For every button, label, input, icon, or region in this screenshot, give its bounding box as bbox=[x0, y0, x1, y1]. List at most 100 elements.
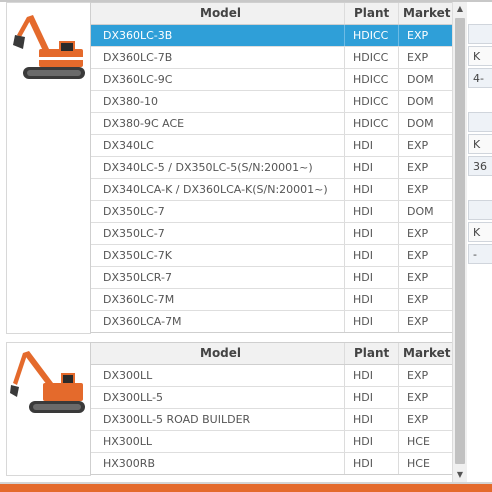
excavator-image[interactable] bbox=[9, 5, 89, 89]
right-panel-cell[interactable]: K bbox=[468, 222, 492, 242]
plant-cell: HDICC bbox=[353, 29, 389, 42]
market-cell: EXP bbox=[407, 391, 429, 404]
market-cell: EXP bbox=[407, 227, 429, 240]
column-header-plant[interactable]: Plant bbox=[354, 346, 389, 360]
vertical-scrollbar[interactable]: ▲ ▼ bbox=[452, 2, 467, 482]
models-table: Model Plant Market DX300LL HDI EXP DX300LL-… bbox=[90, 342, 454, 475]
right-panel-cell[interactable]: - bbox=[468, 244, 492, 264]
plant-cell: HDI bbox=[353, 369, 373, 382]
market-cell: EXP bbox=[407, 293, 429, 306]
table-header: Model Plant Market bbox=[91, 343, 453, 365]
table-row[interactable]: DX360LC-7B HDICC EXP bbox=[91, 47, 453, 69]
model-cell: DX360LC-7B bbox=[103, 51, 173, 64]
plant-cell: HDI bbox=[353, 161, 373, 174]
table-row[interactable]: DX360LC-9C HDICC DOM bbox=[91, 69, 453, 91]
right-panel-cell[interactable]: K bbox=[468, 46, 492, 66]
plant-cell: HDICC bbox=[353, 117, 389, 130]
column-header-model[interactable]: Model bbox=[200, 346, 241, 360]
market-cell: EXP bbox=[407, 139, 429, 152]
table-row[interactable]: DX340LC-5 / DX350LC-5(S/N:20001~) HDI EXP bbox=[91, 157, 453, 179]
table-row[interactable]: DX350LC-7K HDI EXP bbox=[91, 245, 453, 267]
plant-cell: HDI bbox=[353, 139, 373, 152]
models-table: Model Plant Market DX360LC-3B HDICC EXP DX3… bbox=[90, 2, 454, 333]
table-row[interactable]: DX350LC-7 HDI EXP bbox=[91, 223, 453, 245]
model-cell: DX380-9C ACE bbox=[103, 117, 185, 130]
plant-cell: HDI bbox=[353, 391, 373, 404]
model-cell: DX350LC-7K bbox=[103, 249, 172, 262]
plant-cell: HDI bbox=[353, 183, 373, 196]
model-cell: DX340LCA-K / DX360LCA-K(S/N:20001~) bbox=[103, 183, 328, 196]
table-row[interactable]: HX300LL HDI HCE bbox=[91, 431, 453, 453]
right-panel: K 4- K 36 K - bbox=[468, 2, 492, 482]
table-row[interactable]: DX300LL-5 ROAD BUILDER HDI EXP bbox=[91, 409, 453, 431]
model-cell: DX350LC-7 bbox=[103, 205, 165, 218]
market-cell: EXP bbox=[407, 315, 429, 328]
market-cell: DOM bbox=[407, 205, 434, 218]
plant-cell: HDI bbox=[353, 205, 373, 218]
table-row[interactable]: DX360LC-7M HDI EXP bbox=[91, 289, 453, 311]
triangle-up-icon[interactable]: ▲ bbox=[453, 2, 467, 16]
scrollbar-thumb[interactable] bbox=[455, 18, 465, 464]
plant-cell: HDI bbox=[353, 271, 373, 284]
excavator-image[interactable] bbox=[9, 343, 89, 423]
market-cell: DOM bbox=[407, 73, 434, 86]
plant-cell: HDI bbox=[353, 435, 373, 448]
market-cell: EXP bbox=[407, 271, 429, 284]
model-cell: DX360LC-7M bbox=[103, 293, 175, 306]
market-cell: EXP bbox=[407, 51, 429, 64]
model-cell: DX360LC-3B bbox=[103, 29, 173, 42]
plant-cell: HDICC bbox=[353, 51, 389, 64]
market-cell: EXP bbox=[407, 369, 429, 382]
excavator-thumbnail-cell bbox=[6, 342, 91, 476]
column-header-plant[interactable]: Plant bbox=[354, 6, 389, 20]
model-cell: DX350LC-7 bbox=[103, 227, 165, 240]
market-cell: EXP bbox=[407, 413, 429, 426]
model-cell: DX300LL-5 ROAD BUILDER bbox=[103, 413, 251, 426]
table-row[interactable]: HX300RB HDI HCE bbox=[91, 453, 453, 474]
right-panel-cell[interactable]: K bbox=[468, 134, 492, 154]
triangle-down-icon[interactable]: ▼ bbox=[453, 468, 467, 482]
plant-cell: HDI bbox=[353, 293, 373, 306]
right-panel-cell[interactable]: 4- bbox=[468, 68, 492, 88]
right-panel-cell[interactable]: 36 bbox=[468, 156, 492, 176]
table-row[interactable]: DX300LL-5 HDI EXP bbox=[91, 387, 453, 409]
table-row[interactable]: DX380-9C ACE HDICC DOM bbox=[91, 113, 453, 135]
table-header: Model Plant Market bbox=[91, 3, 453, 25]
table-row[interactable]: DX360LCA-7M HDI EXP bbox=[91, 311, 453, 332]
plant-cell: HDI bbox=[353, 249, 373, 262]
column-header-model[interactable]: Model bbox=[200, 6, 241, 20]
plant-cell: HDICC bbox=[353, 73, 389, 86]
model-cell: DX340LC bbox=[103, 139, 154, 152]
market-cell: EXP bbox=[407, 183, 429, 196]
table-row[interactable]: DX340LCA-K / DX360LCA-K(S/N:20001~) HDI EX… bbox=[91, 179, 453, 201]
model-cell: HX300RB bbox=[103, 457, 155, 470]
market-cell: EXP bbox=[407, 161, 429, 174]
model-cell: DX360LC-9C bbox=[103, 73, 173, 86]
market-cell: HCE bbox=[407, 435, 430, 448]
model-cell: DX340LC-5 / DX350LC-5(S/N:20001~) bbox=[103, 161, 313, 174]
excavator-thumbnail-cell bbox=[6, 2, 91, 334]
table-row[interactable]: DX350LCR-7 HDI EXP bbox=[91, 267, 453, 289]
model-cell: DX360LCA-7M bbox=[103, 315, 182, 328]
table-row[interactable]: DX360LC-3B HDICC EXP bbox=[91, 25, 453, 47]
plant-cell: HDI bbox=[353, 315, 373, 328]
table-row[interactable]: DX380-10 HDICC DOM bbox=[91, 91, 453, 113]
plant-cell: HDICC bbox=[353, 95, 389, 108]
column-header-market[interactable]: Market bbox=[403, 6, 451, 20]
table-row[interactable]: DX300LL HDI EXP bbox=[91, 365, 453, 387]
table-row[interactable]: DX350LC-7 HDI DOM bbox=[91, 201, 453, 223]
market-cell: HCE bbox=[407, 457, 430, 470]
market-cell: DOM bbox=[407, 95, 434, 108]
model-cell: DX300LL-5 bbox=[103, 391, 164, 404]
right-panel-cell[interactable] bbox=[468, 200, 492, 220]
right-panel-cell[interactable] bbox=[468, 24, 492, 44]
model-cell: HX300LL bbox=[103, 435, 153, 448]
model-cell: DX350LCR-7 bbox=[103, 271, 172, 284]
right-panel-cell[interactable] bbox=[468, 112, 492, 132]
bottom-accent-bar bbox=[0, 484, 492, 492]
plant-cell: HDI bbox=[353, 227, 373, 240]
market-cell: EXP bbox=[407, 29, 429, 42]
column-header-market[interactable]: Market bbox=[403, 346, 451, 360]
market-cell: EXP bbox=[407, 249, 429, 262]
table-row[interactable]: DX340LC HDI EXP bbox=[91, 135, 453, 157]
